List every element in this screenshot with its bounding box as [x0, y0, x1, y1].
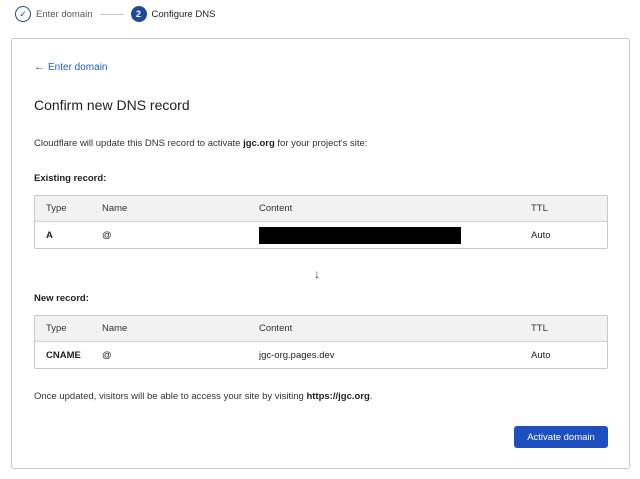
- footer-prefix: Once updated, visitors will be able to a…: [34, 391, 307, 402]
- footer-note: Once updated, visitors will be able to a…: [34, 391, 372, 402]
- header-name: Name: [102, 203, 128, 214]
- cell-type: CNAME: [46, 349, 81, 361]
- footer-url: https://jgc.org: [306, 391, 370, 402]
- header-name: Name: [102, 323, 128, 334]
- header-content: Content: [259, 203, 293, 214]
- back-link-label: Enter domain: [48, 61, 108, 73]
- arrow-left-icon: ←: [34, 61, 45, 73]
- cell-content: [259, 226, 531, 244]
- cell-content: jgc-org.pages.dev: [259, 349, 335, 361]
- table-header-row: Type Name Content TTL: [35, 316, 607, 342]
- description-prefix: Cloudflare will update this DNS record t…: [34, 138, 244, 149]
- step-2-label: Configure DNS: [151, 8, 216, 20]
- header-type: Type: [46, 323, 67, 334]
- cell-name: @: [102, 349, 112, 361]
- check-icon: ✓: [19, 8, 27, 19]
- table-row: CNAME @ jgc-org.pages.dev Auto: [35, 342, 607, 368]
- existing-record-table: Type Name Content TTL A @ Auto: [34, 195, 608, 249]
- page-title: Confirm new DNS record: [34, 97, 190, 113]
- step-2-number: 2: [130, 6, 147, 22]
- activate-domain-button[interactable]: Activate domain: [514, 426, 608, 448]
- step-complete-check-icon: ✓: [15, 6, 31, 22]
- confirm-dns-card: ← Enter domain Confirm new DNS record Cl…: [11, 38, 630, 469]
- cell-ttl: Auto: [531, 349, 551, 361]
- description-domain: jgc.org: [243, 138, 275, 149]
- header-content: Content: [259, 323, 293, 334]
- cell-ttl: Auto: [531, 229, 551, 241]
- step-1-label: Enter domain: [36, 8, 93, 20]
- description: Cloudflare will update this DNS record t…: [34, 138, 367, 149]
- cell-type: A: [46, 229, 53, 241]
- new-record-label: New record:: [34, 293, 89, 304]
- stepper: ✓ Enter domain 2 Configure DNS: [15, 5, 215, 23]
- footer-suffix: .: [369, 391, 373, 402]
- header-ttl: TTL: [531, 323, 548, 334]
- step-connector: [99, 13, 124, 15]
- redacted-content: [259, 226, 461, 244]
- table-header-row: Type Name Content TTL: [35, 196, 607, 222]
- arrow-down-icon: ↓: [314, 267, 320, 281]
- existing-record-label: Existing record:: [34, 173, 107, 184]
- description-suffix: for your project's site:: [274, 138, 368, 149]
- new-record-table: Type Name Content TTL CNAME @ jgc-org.pa…: [34, 315, 608, 369]
- table-row: A @ Auto: [35, 222, 607, 248]
- header-ttl: TTL: [531, 203, 548, 214]
- cell-name: @: [102, 229, 112, 241]
- header-type: Type: [46, 203, 67, 214]
- back-link-enter-domain[interactable]: ← Enter domain: [34, 61, 107, 73]
